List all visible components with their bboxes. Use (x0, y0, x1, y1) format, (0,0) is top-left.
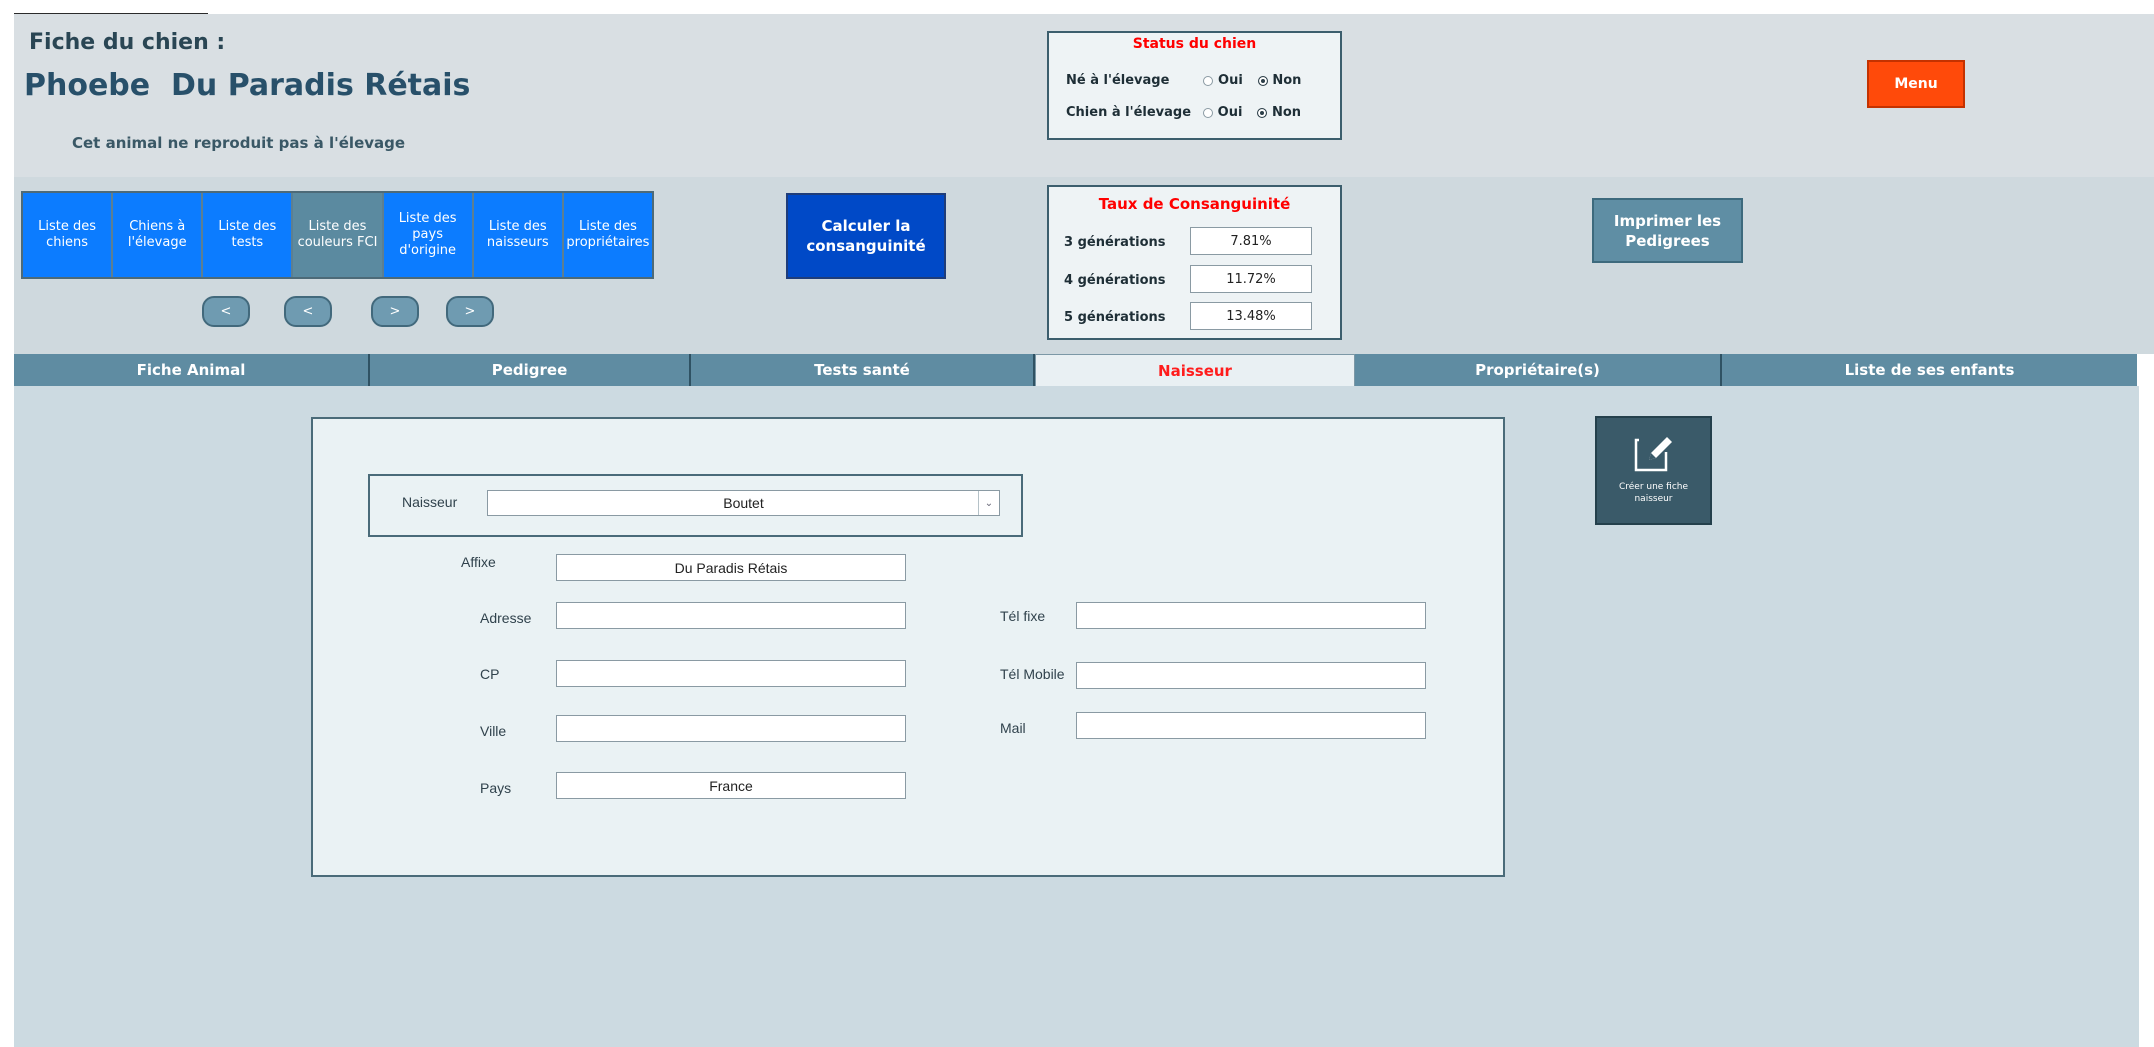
dog-name: Phoebe Du Paradis Rétais (24, 68, 471, 103)
tab-liste-enfants[interactable]: Liste de ses enfants (1722, 354, 2137, 386)
status-row-ne: Né à l'élevage Oui Non (1066, 73, 1301, 88)
create-naisseur-label: Créer une fiche naisseur (1618, 482, 1689, 504)
tab-naisseur[interactable]: Naisseur (1035, 354, 1355, 386)
first-record-button[interactable]: < (202, 296, 250, 327)
naisseur-value: Boutet (723, 495, 764, 511)
pays-label: Pays (480, 780, 512, 796)
mail-label: Mail (1000, 720, 1026, 736)
radio-label-non: Non (1272, 73, 1302, 88)
tab-fiche-animal[interactable]: Fiche Animal (14, 354, 370, 386)
affixe-label: Affixe (461, 554, 496, 570)
previous-record-button[interactable]: < (284, 296, 332, 327)
mail-field[interactable] (1076, 712, 1426, 739)
fiche-label: Fiche du chien : (29, 30, 226, 55)
next-record-button[interactable]: > (371, 296, 419, 327)
status-row-chien: Chien à l'élevage Oui Non (1066, 105, 1301, 120)
rate-value-5: 13.48% (1190, 302, 1312, 330)
calculate-consanguinity-button[interactable]: Calculer la consanguinité (786, 193, 946, 279)
rate-label-4: 4 générations (1064, 273, 1166, 288)
nav-chiens-elevage[interactable]: Chiens à l'élevage (113, 193, 204, 277)
consanguinity-title: Taux de Consanguinité (1098, 195, 1291, 213)
ville-label: Ville (480, 723, 507, 739)
nav-bar: Liste des chiens Chiens à l'élevage List… (21, 191, 654, 279)
cp-label: CP (480, 666, 500, 682)
nav-liste-proprietaires[interactable]: Liste des propriétaires (563, 193, 652, 277)
tel-mobile-field[interactable] (1076, 662, 1426, 689)
edit-icon (1634, 430, 1673, 472)
nav-liste-couleurs[interactable]: Liste des couleurs FCI (293, 193, 384, 277)
radio-ne-non[interactable] (1257, 75, 1268, 86)
naisseur-select[interactable]: Boutet ⌄ (487, 490, 1000, 516)
radio-label-non: Non (1272, 105, 1302, 120)
tab-bar: Fiche Animal Pedigree Tests santé Naisse… (14, 354, 2137, 386)
rate-label-5: 5 générations (1064, 310, 1166, 325)
status-title: Status du chien (1132, 36, 1257, 52)
radio-chien-non[interactable] (1257, 107, 1268, 118)
tel-fixe-label: Tél fixe (1000, 608, 1046, 624)
nav-liste-chiens[interactable]: Liste des chiens (23, 193, 114, 277)
status-panel: Status du chien Né à l'élevage Oui Non C… (1047, 31, 1342, 140)
ville-field[interactable] (556, 715, 906, 742)
tab-proprietaires[interactable]: Propriétaire(s) (1355, 354, 1722, 386)
rate-value-3: 7.81% (1190, 227, 1312, 255)
nav-liste-naisseurs[interactable]: Liste des naisseurs (473, 193, 564, 277)
tab-tests-sante[interactable]: Tests santé (691, 354, 1035, 386)
tel-mobile-label: Tél Mobile (1000, 666, 1065, 682)
rate-label-3: 3 générations (1064, 235, 1166, 250)
create-naisseur-button[interactable]: Créer une fiche naisseur (1595, 416, 1712, 525)
tab-pedigree[interactable]: Pedigree (370, 354, 691, 386)
nav-liste-pays[interactable]: Liste des pays d'origine (383, 193, 474, 277)
menu-button[interactable]: Menu (1867, 60, 1965, 108)
repro-note: Cet animal ne reproduit pas à l'élevage (72, 134, 406, 152)
chevron-down-icon[interactable]: ⌄ (978, 491, 999, 515)
print-pedigrees-button[interactable]: Imprimer les Pedigrees (1592, 198, 1743, 263)
nav-liste-tests[interactable]: Liste des tests (203, 193, 294, 277)
radio-label-oui: Oui (1218, 73, 1243, 88)
rate-value-4: 11.72% (1190, 265, 1312, 293)
pays-field[interactable]: France (556, 772, 906, 799)
naisseur-label: Naisseur (402, 494, 458, 510)
radio-ne-oui[interactable] (1203, 75, 1214, 86)
tel-fixe-field[interactable] (1076, 602, 1426, 629)
status-label: Né à l'élevage (1066, 73, 1170, 88)
status-label: Chien à l'élevage (1066, 105, 1192, 120)
adresse-field[interactable] (556, 602, 906, 629)
affixe-field[interactable]: Du Paradis Rétais (556, 554, 906, 581)
adresse-label: Adresse (480, 610, 532, 626)
last-record-button[interactable]: > (446, 296, 494, 327)
consanguinity-panel: Taux de Consanguinité 3 générations 7.81… (1047, 185, 1342, 340)
radio-label-oui: Oui (1217, 105, 1243, 120)
cp-field[interactable] (556, 660, 906, 687)
radio-chien-oui[interactable] (1203, 107, 1214, 118)
